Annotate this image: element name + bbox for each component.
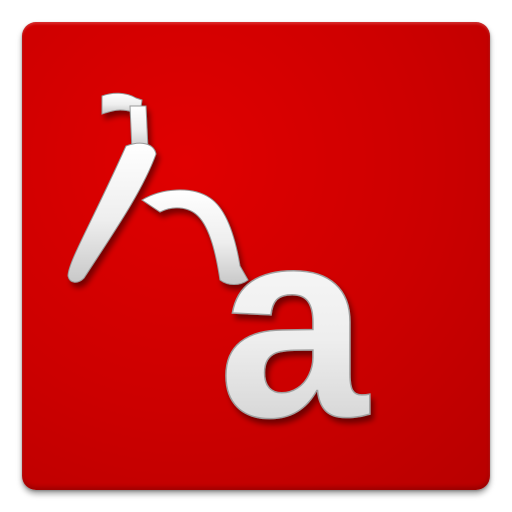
icon-tile: ኧ a <box>22 22 490 490</box>
latin-glyph: a <box>218 173 370 474</box>
icon-glyphs: ኧ a <box>67 92 371 475</box>
app-icon: ኧ a <box>0 0 512 512</box>
